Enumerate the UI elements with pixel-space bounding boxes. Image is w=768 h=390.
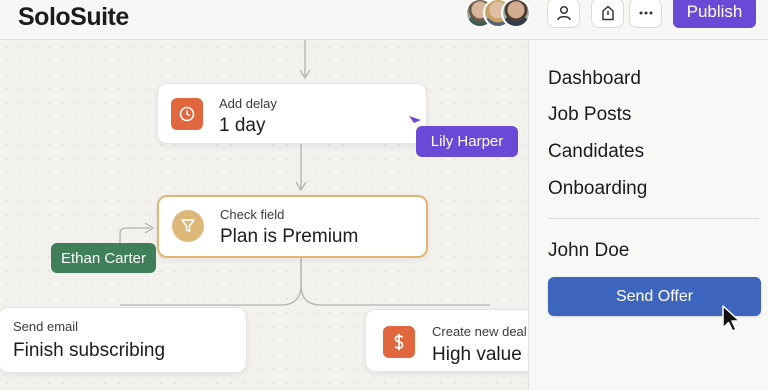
send-email-node[interactable]: Send email Finish subscribing bbox=[0, 307, 247, 373]
user-button[interactable] bbox=[547, 0, 580, 28]
more-icon bbox=[639, 11, 652, 15]
check-field-node[interactable]: Check field Plan is Premium bbox=[157, 195, 428, 258]
mouse-cursor-icon bbox=[722, 305, 741, 332]
brand-logo: SoloSuite bbox=[18, 3, 129, 31]
user-name: John Doe bbox=[548, 240, 630, 261]
user-icon bbox=[556, 5, 571, 21]
filter-icon bbox=[172, 210, 204, 242]
sidebar-divider bbox=[548, 218, 759, 219]
cursor-pointer-icon bbox=[409, 116, 421, 123]
node-type-label: Create new deal bbox=[432, 324, 527, 339]
avatar[interactable] bbox=[501, 0, 531, 28]
sidebar-item-job-posts[interactable]: Job Posts bbox=[548, 104, 631, 126]
node-value: Finish subscribing bbox=[13, 340, 166, 361]
node-value: Plan is Premium bbox=[220, 226, 359, 247]
node-value: 1 day bbox=[219, 115, 266, 136]
clock-icon bbox=[171, 98, 203, 130]
collaborator-avatars[interactable] bbox=[465, 0, 535, 28]
workflow-canvas[interactable]: Add delay 1 day Lily Harper Check field … bbox=[0, 40, 653, 390]
top-bar: SoloSuite Publish bbox=[0, 0, 768, 40]
publish-button[interactable]: Publish bbox=[673, 0, 756, 28]
collaborator-cursor-tag: Lily Harper bbox=[416, 126, 518, 157]
delay-node[interactable]: Add delay 1 day bbox=[157, 83, 427, 144]
sidebar-item-candidates[interactable]: Candidates bbox=[548, 141, 644, 163]
node-type-label: Send email bbox=[13, 319, 79, 334]
sidebar-item-onboarding[interactable]: Onboarding bbox=[548, 178, 647, 200]
sidebar-item-dashboard[interactable]: Dashboard bbox=[548, 68, 641, 90]
more-button[interactable] bbox=[629, 0, 662, 28]
share-icon bbox=[601, 5, 614, 21]
share-button[interactable] bbox=[591, 0, 624, 28]
dollar-icon bbox=[383, 326, 415, 358]
sidebar: Dashboard Job Posts Candidates Onboardin… bbox=[528, 40, 768, 390]
collaborator-cursor-tag: Ethan Carter bbox=[51, 243, 156, 273]
node-type-label: Check field bbox=[220, 207, 285, 222]
node-type-label: Add delay bbox=[219, 96, 277, 111]
